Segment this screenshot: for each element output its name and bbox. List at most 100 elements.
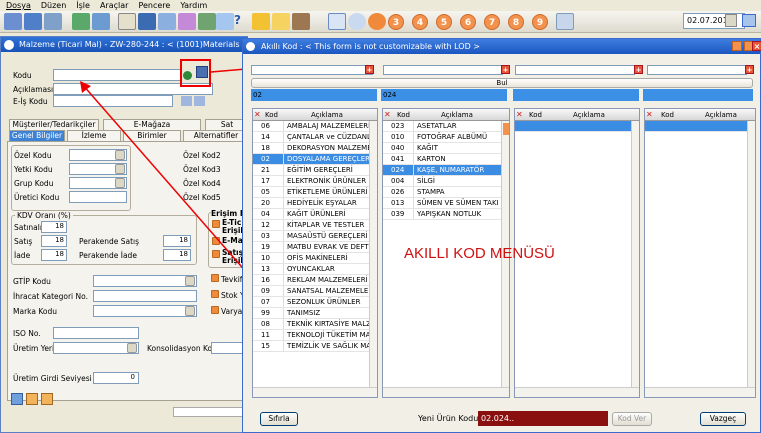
filter-1-input[interactable] <box>251 65 373 75</box>
list-item[interactable]: 03 MASAÜSTÜ GEREÇLERİ <box>253 231 369 242</box>
akilli-menu-icon[interactable] <box>246 42 255 51</box>
list-item-description: SANATSAL MALZEMELER <box>283 286 369 296</box>
list4-vscroll[interactable] <box>747 121 755 387</box>
filter-1-clear-icon[interactable]: + <box>365 65 374 74</box>
list-item[interactable]: 15 TEMİZLİK VE SAĞLIK MA <box>253 341 369 352</box>
list-item-description: OYUNCAKLAR <box>283 264 369 274</box>
list-item[interactable]: 19 MATBU EVRAK VE DEFTE <box>253 242 369 253</box>
list-item-description: REKLAM MALZEMELERİ V <box>283 275 369 285</box>
list-item[interactable]: 10 OFİS MAKİNELERİ <box>253 253 369 264</box>
list-item[interactable]: 024 KAŞE, NUMARATÖR <box>383 165 501 176</box>
list4-hscroll[interactable] <box>645 387 755 397</box>
path-4 <box>643 89 753 101</box>
filter-2-clear-icon[interactable]: + <box>501 65 510 74</box>
filter-4-clear-icon[interactable]: + <box>745 65 754 74</box>
list-item[interactable]: 010 FOTOĞRAF ALBÜMÜ <box>383 132 501 143</box>
list-item[interactable]: 07 SEZONLUK ÜRÜNLER <box>253 297 369 308</box>
list-item-code: 13 <box>261 265 270 273</box>
list-item[interactable]: 99 TANIMSIZ <box>253 308 369 319</box>
list1-col-aciklama[interactable]: Açıklama <box>311 109 343 121</box>
list-item-description: SİLGİ <box>413 176 501 186</box>
list-item-code: 07 <box>261 298 270 306</box>
list-item[interactable]: 20 HEDİYELİK EŞYALAR <box>253 198 369 209</box>
minimize-icon[interactable] <box>732 41 742 51</box>
filter-4-input[interactable] <box>647 65 747 75</box>
kod-ver-button[interactable]: Kod Ver <box>612 412 652 426</box>
list2-column-chooser-icon[interactable]: ✕ <box>384 110 392 119</box>
list-item-code: 17 <box>261 177 270 185</box>
list-item[interactable]: 08 TEKNİK KIRTASİYE MALZ <box>253 319 369 330</box>
list-item-description: MASAÜSTÜ GEREÇLERİ <box>283 231 369 241</box>
list-item[interactable]: 023 ASETATLAR <box>383 121 501 132</box>
list2-hscroll[interactable] <box>383 387 509 397</box>
list3-vscroll[interactable] <box>631 121 639 387</box>
list-item[interactable]: 21 EĞİTİM GEREÇLERİ <box>253 165 369 176</box>
list-item[interactable]: 18 DEKORASYON MALZEME <box>253 143 369 154</box>
list2-col-aciklama[interactable]: Açıklama <box>441 109 473 121</box>
sifirla-button[interactable]: Sıfırla <box>260 412 298 426</box>
list-item-description: ASETATLAR <box>413 121 501 131</box>
list1-hscroll[interactable] <box>253 387 377 397</box>
list3-col-kod[interactable]: Kod <box>529 109 542 121</box>
list1-column-chooser-icon[interactable]: ✕ <box>254 110 262 119</box>
list-item[interactable]: 05 ETİKETLEME ÜRÜNLERİ <box>253 187 369 198</box>
list-panel-4: ✕ Kod Açıklama <box>644 108 756 398</box>
list-item-code: 026 <box>391 188 405 196</box>
filter-3-input[interactable] <box>515 65 635 75</box>
list-item[interactable]: 040 KAĞIT <box>383 143 501 154</box>
list-item-description: KAĞIT <box>413 143 501 153</box>
list1-col-kod[interactable]: Kod <box>265 109 278 121</box>
list-item-code: 06 <box>261 122 270 130</box>
close-icon[interactable]: × <box>752 41 761 51</box>
list4-col-kod[interactable]: Kod <box>661 109 674 121</box>
akilli-title: Akıllı Kod : < This form is not customiz… <box>243 39 760 54</box>
akilli-kod-icon[interactable] <box>196 66 208 78</box>
list3-column-chooser-icon[interactable]: ✕ <box>516 110 524 119</box>
list-item-code: 10 <box>261 254 270 262</box>
filter-3-clear-icon[interactable]: + <box>634 65 643 74</box>
filter-2-input[interactable] <box>383 65 503 75</box>
list2-header: ✕ Kod Açıklama <box>383 109 509 121</box>
list-item-code: 040 <box>391 144 405 152</box>
list4-empty-row[interactable] <box>645 121 747 132</box>
list-item-description: YAPIŞKAN NOTLUK <box>413 209 501 219</box>
list-item[interactable]: 16 REKLAM MALZEMELERİ V <box>253 275 369 286</box>
list-item[interactable]: 013 SÜMEN VE SÜMEN TAKI <box>383 198 501 209</box>
list-item[interactable]: 17 ELEKTRONİK ÜRÜNLER <box>253 176 369 187</box>
list-item[interactable]: 039 YAPIŞKAN NOTLUK <box>383 209 501 220</box>
list-item-code: 18 <box>261 144 270 152</box>
list-item[interactable]: 026 STAMPA <box>383 187 501 198</box>
list-item[interactable]: 06 AMBALAJ MALZEMELERİ <box>253 121 369 132</box>
list4-header: ✕ Kod Açıklama <box>645 109 755 121</box>
list3-hscroll[interactable] <box>515 387 639 397</box>
list-item[interactable]: 12 KİTAPLAR VE TESTLER <box>253 220 369 231</box>
list-item[interactable]: 02 DOSYALAMA GEREÇLERİ <box>253 154 369 165</box>
list1-vscroll[interactable] <box>369 121 377 387</box>
yeni-urun-field[interactable]: 02.024.. <box>478 411 608 426</box>
list-item[interactable]: 04 KAĞIT ÜRÜNLERİ <box>253 209 369 220</box>
list2-col-kod[interactable]: Kod <box>397 109 410 121</box>
list1-rows: 06 AMBALAJ MALZEMELERİ 14 ÇANTALAR ve CÜZDA… <box>253 121 377 352</box>
list-item[interactable]: 09 SANATSAL MALZEMELER <box>253 286 369 297</box>
list3-empty-row[interactable] <box>515 121 631 132</box>
list-item[interactable]: 14 ÇANTALAR ve CÜZDANLA <box>253 132 369 143</box>
list-item[interactable]: 004 SİLGİ <box>383 176 501 187</box>
list-item-code: 02 <box>261 155 270 163</box>
list-item[interactable]: 041 KARTON <box>383 154 501 165</box>
list-item-description: EĞİTİM GEREÇLERİ <box>283 165 369 175</box>
list-item-description: SÜMEN VE SÜMEN TAKI <box>413 198 501 208</box>
list-item-description: MATBU EVRAK VE DEFTE <box>283 242 369 252</box>
arrowhead-kodu <box>80 81 91 93</box>
bul-button[interactable]: Bul <box>251 78 753 88</box>
list3-col-aciklama[interactable]: Açıklama <box>573 109 605 121</box>
list-item[interactable]: 11 TEKNOLOJİ TÜKETİM MA <box>253 330 369 341</box>
list4-col-aciklama[interactable]: Açıklama <box>705 109 737 121</box>
list-item[interactable]: 13 OYUNCAKLAR <box>253 264 369 275</box>
yeni-urun-label: Yeni Ürün Kodu: <box>418 414 481 423</box>
vazgec-button[interactable]: Vazgeç <box>700 412 746 426</box>
list-item-code: 08 <box>261 320 270 328</box>
list-item-code: 004 <box>391 177 405 185</box>
list-item-description: HEDİYELİK EŞYALAR <box>283 198 369 208</box>
list4-column-chooser-icon[interactable]: ✕ <box>646 110 654 119</box>
list-item-description: ÇANTALAR ve CÜZDANLA <box>283 132 369 142</box>
